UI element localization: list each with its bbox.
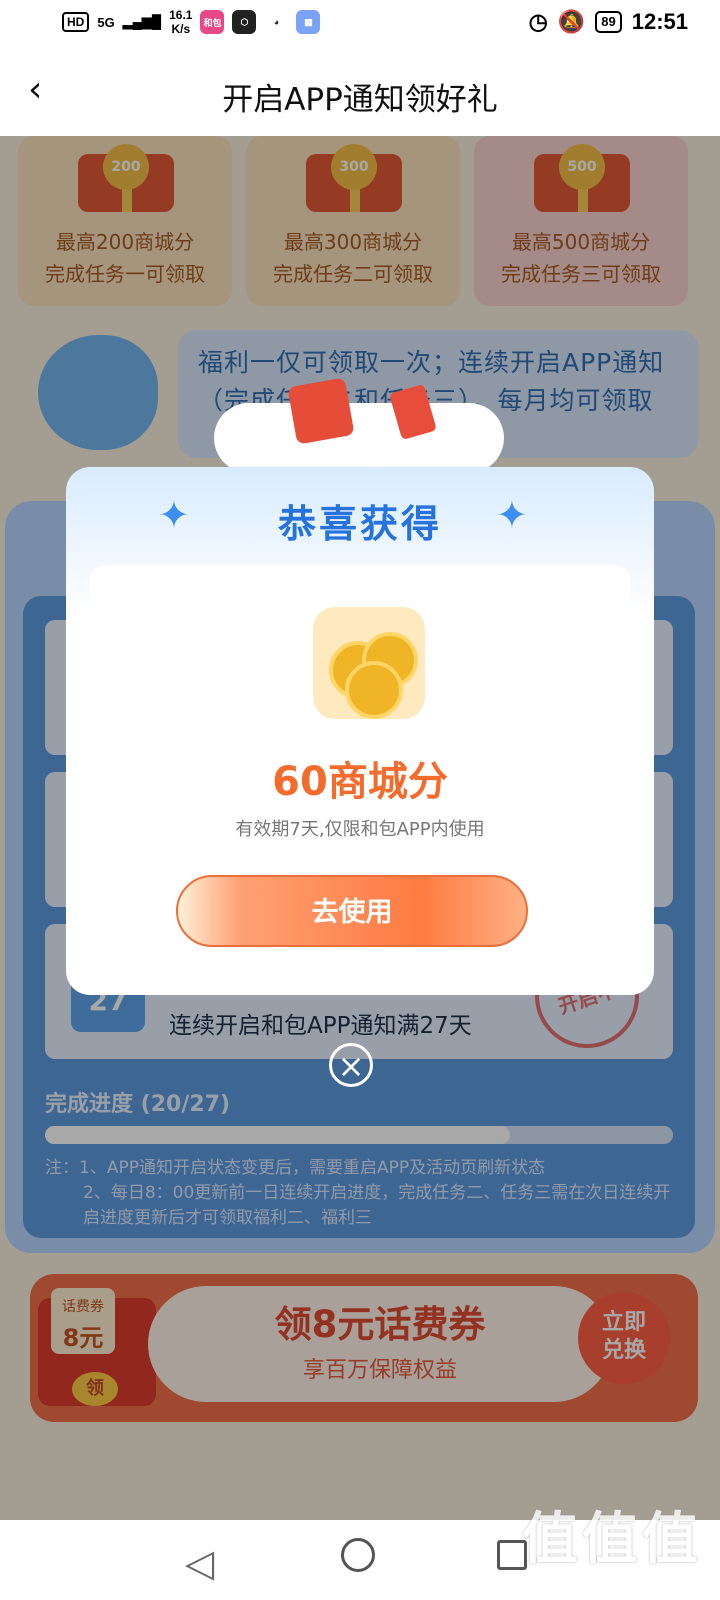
modal-title: 恭喜获得 — [277, 502, 442, 546]
cloud-decoration — [214, 403, 504, 473]
page-title: 开启APP通知领好礼 — [222, 82, 498, 118]
gallery-app-icon: ▦ — [296, 10, 321, 34]
hebao-app-icon: 和包 — [200, 10, 225, 34]
watermark-main: 值值值 — [522, 1507, 702, 1570]
validity-text: 有效期7天,仅限和包APP内使用 — [235, 819, 485, 840]
system-back-icon[interactable]: ◁ — [185, 1541, 214, 1585]
modal-content: 60商城分 有效期7天,仅限和包APP内使用 去使用 — [90, 565, 630, 967]
status-right-icons: ◷ 🔕 89 12:51 — [529, 9, 688, 35]
status-left-icons: HD 5G ▂▄▆█ 16.1 K/s 和包 ⬡ ◕ ▦ — [62, 8, 321, 36]
close-icon[interactable]: × — [329, 1043, 373, 1087]
mute-icon: 🔕 — [557, 9, 586, 34]
qq-icon: ◕ — [264, 10, 289, 34]
hexagon-app-icon: ⬡ — [232, 10, 257, 34]
reward-modal: ✦ ✦ 恭喜获得 60商城分 有效期7天,仅限和包APP内使用 去使用 — [66, 467, 654, 995]
network-speed: 16.1 K/s — [169, 8, 192, 36]
signal-icon: ▂▄▆█ — [122, 14, 162, 29]
home-icon[interactable] — [341, 1538, 375, 1572]
watermark-sub: zhizhizhi.com — [547, 1566, 677, 1586]
app-header: ‹ 开启APP通知领好礼 — [0, 48, 720, 136]
hd-badge: HD — [62, 12, 90, 32]
clock-time: 12:51 — [631, 9, 688, 34]
gift-icon — [287, 377, 355, 445]
alarm-icon: ◷ — [528, 9, 548, 34]
use-button[interactable]: 去使用 — [176, 875, 528, 947]
battery-icon: 89 — [595, 11, 622, 33]
status-bar: HD 5G ▂▄▆█ 16.1 K/s 和包 ⬡ ◕ ▦ ◷ 🔕 89 12:5… — [0, 0, 720, 48]
reward-value: 60商城分 — [272, 759, 448, 805]
speed-value: 16.1 — [169, 8, 193, 22]
watermark: 值值值 zhizhizhi.com — [522, 1510, 702, 1587]
network-type: 5G — [97, 14, 115, 30]
speed-unit: K/s — [171, 22, 191, 36]
coin-graphic — [345, 661, 403, 719]
coin-icon — [313, 607, 425, 719]
